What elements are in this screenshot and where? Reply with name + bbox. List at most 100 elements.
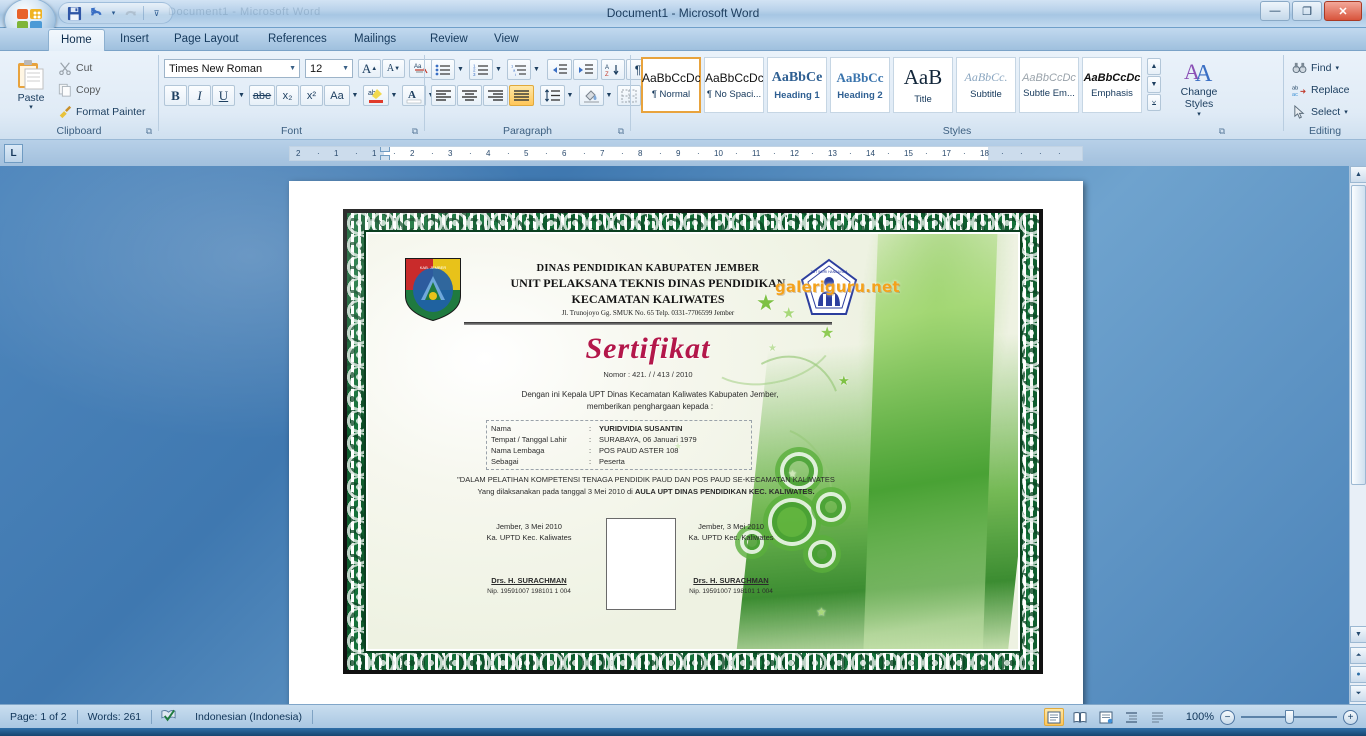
redo-icon[interactable] [121, 4, 140, 22]
styles-scroll-up-button[interactable]: ▲ [1147, 58, 1161, 75]
paste-dropdown-icon[interactable]: ▾ [29, 104, 33, 111]
align-center-icon[interactable] [457, 85, 482, 106]
shrink-font-button[interactable]: A ▼ [382, 59, 405, 78]
font-name-dropdown-icon[interactable]: ▼ [289, 65, 296, 72]
justify-icon[interactable] [509, 85, 534, 106]
change-styles-dropdown-icon[interactable]: ▾ [1197, 110, 1201, 118]
change-styles-button[interactable]: A A Change Styles ▾ [1171, 57, 1227, 118]
change-case-button[interactable]: Aa [324, 85, 350, 106]
style-subtle-emphasis[interactable]: AaBbCcDc Subtle Em... [1019, 57, 1079, 113]
tab-home[interactable]: Home [48, 29, 105, 51]
minimize-button[interactable]: — [1260, 1, 1290, 21]
next-page-button[interactable]: ⏷ [1350, 685, 1366, 702]
outline-view-button[interactable] [1122, 708, 1142, 726]
styles-more-button[interactable]: ⩣ [1147, 94, 1161, 111]
style-no-spacing[interactable]: AaBbCcDc ¶ No Spaci... [704, 57, 764, 113]
paste-button[interactable]: Paste ▾ [10, 59, 52, 111]
italic-button[interactable]: I [188, 85, 211, 106]
font-size-input[interactable]: 12 ▼ [305, 59, 353, 78]
multilevel-list-icon[interactable]: 1ai [507, 59, 531, 80]
align-left-icon[interactable] [431, 85, 456, 106]
save-icon[interactable] [65, 4, 84, 22]
vertical-scrollbar[interactable]: ▲ ▼ ⏶ ● ⏷ [1349, 166, 1366, 704]
clipboard-dialog-launcher[interactable]: ⧉ [143, 126, 155, 138]
undo-icon[interactable] [87, 4, 106, 22]
zoom-slider-thumb[interactable] [1285, 710, 1294, 724]
select-browse-object-button[interactable]: ● [1350, 666, 1366, 683]
styles-dialog-launcher[interactable]: ⧉ [1216, 126, 1228, 138]
style-title[interactable]: AaB Title [893, 57, 953, 113]
increase-indent-icon[interactable] [573, 59, 598, 80]
tab-insert[interactable]: Insert [108, 29, 161, 51]
shading-icon[interactable] [579, 85, 604, 106]
full-screen-reading-view-button[interactable] [1070, 708, 1090, 726]
word-count[interactable]: Words: 261 [78, 708, 152, 726]
tab-references[interactable]: References [256, 29, 339, 51]
numbering-dropdown-icon[interactable]: ▼ [493, 59, 504, 80]
page-indicator[interactable]: Page: 1 of 2 [0, 708, 77, 726]
style-heading-1[interactable]: AaBbCе Heading 1 [767, 57, 827, 113]
close-button[interactable]: ✕ [1324, 1, 1362, 21]
highlight-dropdown-icon[interactable]: ▼ [389, 85, 399, 106]
first-line-indent-marker[interactable] [380, 147, 390, 152]
underline-button[interactable]: U [212, 85, 235, 106]
font-color-button[interactable]: A [402, 85, 426, 106]
draft-view-button[interactable] [1148, 708, 1168, 726]
paragraph-dialog-launcher[interactable]: ⧉ [615, 126, 627, 138]
decrease-indent-icon[interactable] [547, 59, 572, 80]
horizontal-ruler[interactable]: 2 · 1 · 1 · 2 · 3 · 4 · 5 · 6 · 7 · 8 · 9 · 10 · 11 · 12 · 13 · 14 · 15 ·… [289, 146, 1083, 161]
subscript-button[interactable]: x₂ [276, 85, 299, 106]
previous-page-button[interactable]: ⏶ [1350, 647, 1366, 664]
taskbar[interactable] [0, 728, 1366, 736]
numbering-icon[interactable]: 123 [469, 59, 493, 80]
tab-review[interactable]: Review [418, 29, 480, 51]
scroll-up-button[interactable]: ▲ [1350, 166, 1366, 183]
underline-dropdown-icon[interactable]: ▼ [236, 85, 247, 106]
print-layout-view-button[interactable] [1043, 708, 1064, 726]
select-dropdown-icon[interactable]: ▾ [1344, 108, 1348, 116]
scroll-down-button[interactable]: ▼ [1350, 626, 1366, 643]
tab-page-layout[interactable]: Page Layout [162, 29, 251, 51]
zoom-level-label[interactable]: 100% [1186, 711, 1214, 723]
align-right-icon[interactable] [483, 85, 508, 106]
superscript-button[interactable]: x² [300, 85, 323, 106]
font-dialog-launcher[interactable]: ⧉ [409, 126, 421, 138]
grow-font-button[interactable]: A ▲ [358, 59, 381, 78]
select-button[interactable]: Select ▾ [1292, 103, 1348, 120]
style-heading-2[interactable]: AaBbCc Heading 2 [830, 57, 890, 113]
multilevel-dropdown-icon[interactable]: ▼ [531, 59, 542, 80]
zoom-out-button[interactable]: − [1220, 709, 1235, 725]
tab-view[interactable]: View [482, 29, 531, 51]
font-size-dropdown-icon[interactable]: ▼ [342, 65, 349, 72]
styles-scroll-down-button[interactable]: ▼ [1147, 76, 1161, 93]
tab-mailings[interactable]: Mailings [342, 29, 408, 51]
web-layout-view-button[interactable] [1096, 708, 1116, 726]
zoom-slider[interactable] [1241, 710, 1337, 724]
copy-button[interactable]: Copy [58, 81, 101, 98]
find-dropdown-icon[interactable]: ▾ [1335, 64, 1339, 72]
format-painter-button[interactable]: Format Painter [58, 103, 145, 120]
highlight-color-button[interactable]: ab [363, 85, 389, 106]
style-subtitle[interactable]: AaBbCc. Subtitle [956, 57, 1016, 113]
customize-icon[interactable]: ⊽ [147, 4, 166, 22]
bullets-dropdown-icon[interactable]: ▼ [455, 59, 466, 80]
language-indicator[interactable]: Indonesian (Indonesia) [185, 708, 312, 726]
hanging-indent-marker[interactable] [380, 155, 390, 160]
bullets-icon[interactable] [431, 59, 455, 80]
style-emphasis[interactable]: AaBbCcDc Emphasis [1082, 57, 1142, 113]
tab-stop-selector[interactable]: L [4, 144, 23, 163]
shading-dropdown-icon[interactable]: ▼ [604, 85, 614, 106]
sort-icon[interactable]: AZ [601, 59, 625, 80]
zoom-in-button[interactable]: + [1343, 709, 1358, 725]
line-spacing-dropdown-icon[interactable]: ▼ [565, 85, 575, 106]
restore-button[interactable]: ❐ [1292, 1, 1322, 21]
font-name-input[interactable]: Times New Roman ▼ [164, 59, 300, 78]
bold-button[interactable]: B [164, 85, 187, 106]
proofing-status-icon[interactable] [152, 708, 185, 726]
document-page[interactable]: ★ ★ ★ ★ ★ ★ ★ ★ ★ [289, 181, 1083, 704]
line-spacing-icon[interactable] [540, 85, 565, 106]
certificate[interactable]: ★ ★ ★ ★ ★ ★ ★ ★ ★ [343, 209, 1043, 674]
find-button[interactable]: Find ▾ [1292, 59, 1339, 76]
undo-dropdown-icon[interactable]: ▾ [109, 4, 118, 22]
change-case-dropdown-icon[interactable]: ▼ [350, 85, 360, 106]
